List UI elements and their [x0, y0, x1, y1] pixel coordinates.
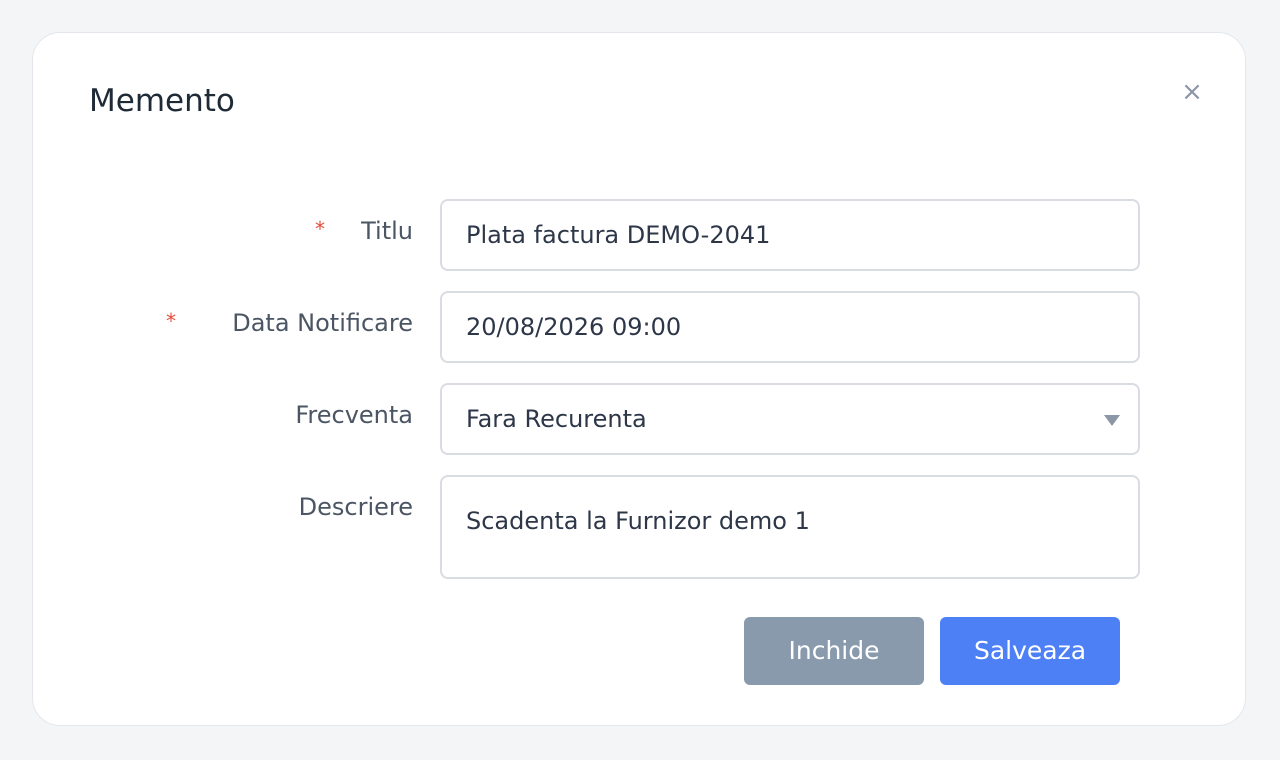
required-marker: * — [166, 309, 176, 333]
notification-date-label: Data Notificare — [232, 309, 413, 337]
modal-title: Memento — [89, 83, 235, 119]
required-marker: * — [315, 217, 325, 241]
frequency-selected-value: Fara Recurenta — [466, 405, 647, 433]
frequency-select[interactable]: Fara Recurenta — [440, 383, 1140, 455]
notification-date-input[interactable] — [440, 291, 1140, 363]
description-label: Descriere — [298, 493, 413, 521]
close-button[interactable]: Inchide — [744, 617, 924, 685]
title-input[interactable] — [440, 199, 1140, 271]
chevron-down-icon — [1104, 415, 1120, 426]
frequency-label: Frecventa — [295, 401, 413, 429]
description-textarea[interactable]: Scadenta la Furnizor demo 1 — [440, 475, 1140, 579]
title-label: Titlu — [361, 217, 413, 245]
memento-modal: Memento × * Titlu * Data Notificare Frec… — [32, 32, 1246, 726]
close-icon[interactable]: × — [1179, 79, 1205, 105]
save-button[interactable]: Salveaza — [940, 617, 1120, 685]
